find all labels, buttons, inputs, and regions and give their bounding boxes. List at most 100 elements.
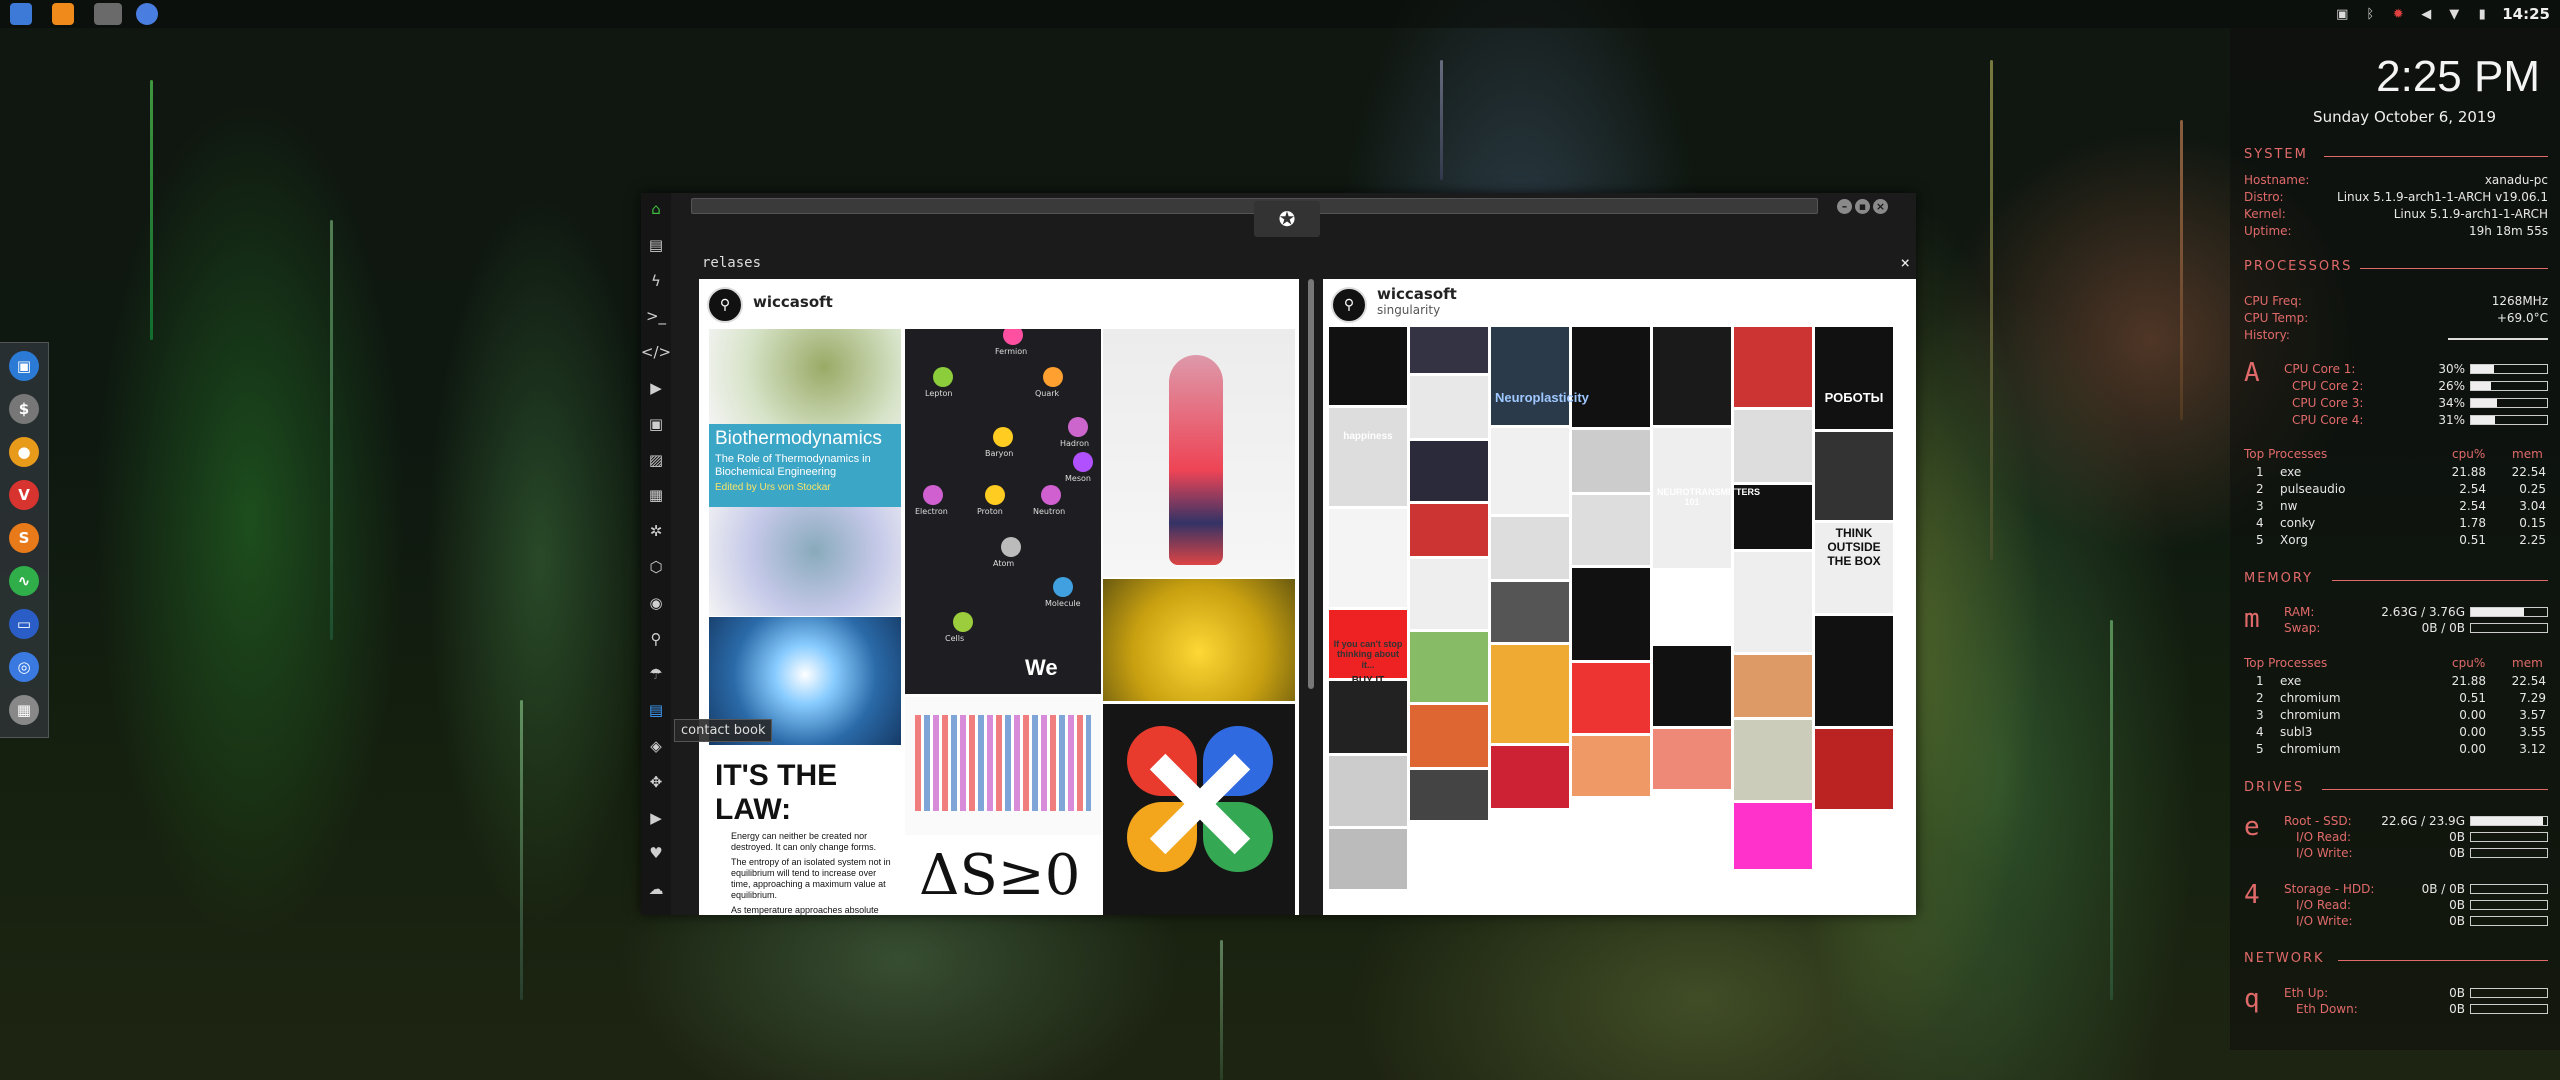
chrome-dock-icon[interactable]: ◎ [9, 652, 39, 682]
money-dock-icon[interactable]: $ [9, 394, 39, 424]
files-dock-icon[interactable]: ▣ [9, 351, 39, 381]
image-tile[interactable] [1410, 632, 1488, 702]
image-tile[interactable] [1653, 729, 1731, 789]
image-tile[interactable] [1815, 432, 1893, 520]
umbrella-icon[interactable]: ☂ [641, 661, 671, 687]
close-deck-button[interactable]: × [1900, 253, 1910, 272]
hexagon-icon[interactable]: ⬡ [641, 554, 671, 580]
files-icon[interactable] [10, 3, 32, 25]
image-tile[interactable] [1329, 829, 1407, 889]
image-tile[interactable] [1491, 645, 1569, 743]
image-tile[interactable] [1410, 770, 1488, 820]
image-tile[interactable] [1410, 327, 1488, 373]
image-tile[interactable] [1572, 495, 1650, 565]
news-icon[interactable]: ▦ [641, 482, 671, 508]
image-tile[interactable] [1653, 646, 1731, 726]
book-editor: Edited by Urs von Stockar [715, 482, 831, 493]
atom-icon[interactable]: ✲ [641, 518, 671, 544]
bolt-icon[interactable]: ϟ [641, 268, 671, 294]
chromium-dock-icon[interactable]: ● [9, 437, 39, 467]
app-logo-tile[interactable] [1103, 704, 1295, 915]
particle-node [1053, 577, 1073, 597]
play-icon[interactable]: ▶ [641, 375, 671, 401]
image-tile[interactable] [1734, 327, 1812, 407]
cloud-icon[interactable]: ☁ [641, 876, 671, 902]
image-tile[interactable] [1653, 327, 1731, 425]
column-account-name[interactable]: wiccasoft [1377, 285, 1457, 303]
globe-icon[interactable]: ◉ [641, 590, 671, 616]
bluetooth-icon[interactable]: ᛒ [2362, 7, 2378, 22]
avatar[interactable]: ⚲ [707, 287, 743, 323]
image-tile[interactable] [1329, 327, 1407, 405]
image-tile[interactable] [1734, 803, 1812, 869]
terminal-icon[interactable] [94, 3, 122, 25]
image-tile[interactable] [1734, 655, 1812, 717]
image-tile[interactable] [1572, 430, 1650, 492]
panel-clock[interactable]: 14:25 [2502, 5, 2550, 23]
image-tile[interactable] [1329, 408, 1407, 506]
image-tile[interactable] [1572, 327, 1650, 427]
image-tile[interactable] [1653, 571, 1731, 643]
image-tile[interactable] [1410, 441, 1488, 501]
image-tile[interactable] [1410, 559, 1488, 629]
image-tile[interactable] [1815, 616, 1893, 726]
image-tile[interactable] [1491, 517, 1569, 579]
image-tile[interactable] [1491, 327, 1569, 425]
chrome-icon[interactable] [136, 3, 158, 25]
column-account-name[interactable]: wiccasoft [753, 293, 833, 311]
grid-dock-icon[interactable]: ▦ [9, 695, 39, 725]
home-icon[interactable]: ⌂ [641, 196, 671, 222]
avatar[interactable]: ⚲ [1331, 287, 1367, 323]
activity-dock-icon[interactable]: ∿ [9, 566, 39, 596]
image-tile[interactable] [1572, 568, 1650, 660]
sublime-icon[interactable] [52, 3, 74, 25]
document-icon[interactable]: ▤ [641, 232, 671, 258]
expand-icon[interactable]: ✥ [641, 769, 671, 795]
periodic-table-tile[interactable] [905, 697, 1101, 835]
image-tile[interactable] [1815, 729, 1893, 809]
maximize-button[interactable]: ▪ [1855, 199, 1870, 214]
search-icon[interactable]: ⚲ [641, 626, 671, 652]
image-tile[interactable] [1734, 410, 1812, 482]
close-window-button[interactable]: × [1873, 199, 1888, 214]
fashion-photo-tile[interactable] [1103, 329, 1295, 577]
youtube-icon[interactable]: ▶ [641, 805, 671, 831]
image-tile[interactable] [1410, 504, 1488, 556]
image-tile[interactable] [1329, 681, 1407, 753]
remote-dock-icon[interactable]: ▭ [9, 609, 39, 639]
image-tile[interactable] [1734, 720, 1812, 800]
thermodynamics-law-tile[interactable]: IT'S THE LAW: Energy can neither be crea… [709, 757, 901, 915]
image-tile[interactable] [1491, 582, 1569, 642]
wifi-icon[interactable]: ▼ [2446, 7, 2462, 22]
photos-icon[interactable]: ▣ [641, 411, 671, 437]
image-tile[interactable] [1329, 509, 1407, 607]
image-tile[interactable]: Biothermodynamics The Role of Thermodyna… [709, 329, 901, 616]
image-tile[interactable] [1734, 552, 1812, 652]
sublime-dock-icon[interactable]: S [9, 523, 39, 553]
yellow-room-tile[interactable] [1103, 579, 1295, 701]
volume-icon[interactable]: ◀ [2418, 7, 2434, 22]
image-tile[interactable] [1491, 746, 1569, 808]
minimize-button[interactable]: – [1837, 199, 1852, 214]
process-rank: 4 [2256, 725, 2264, 739]
image-tile[interactable] [1491, 428, 1569, 514]
image-tile[interactable] [1815, 327, 1893, 429]
entropy-tile[interactable]: ΔS≥0 [905, 837, 1101, 915]
layers-icon[interactable]: ◈ [641, 733, 671, 759]
terminal-icon[interactable]: >_ [641, 303, 671, 329]
contact-book-icon[interactable]: ▤ [641, 697, 671, 723]
image-tile[interactable] [1410, 705, 1488, 767]
image-tile[interactable] [1329, 756, 1407, 826]
system-status-icon[interactable]: ✹ [2390, 7, 2406, 22]
image-tile[interactable] [1410, 376, 1488, 438]
battery-icon[interactable]: ▮ [2474, 7, 2490, 22]
code-icon[interactable]: </> [641, 339, 671, 365]
screenshot-icon[interactable]: ▣ [2334, 7, 2350, 22]
image-tile[interactable] [1572, 663, 1650, 733]
column-scrollbar[interactable] [1308, 279, 1314, 689]
image-tile[interactable] [1572, 736, 1650, 796]
heart-icon[interactable]: ♥ [641, 840, 671, 866]
image-icon[interactable]: ▨ [641, 447, 671, 473]
particle-diagram-tile[interactable]: Fermion Lepton Quark Hadron Baryon Meson Elect… [905, 329, 1101, 694]
vivaldi-dock-icon[interactable]: V [9, 480, 39, 510]
